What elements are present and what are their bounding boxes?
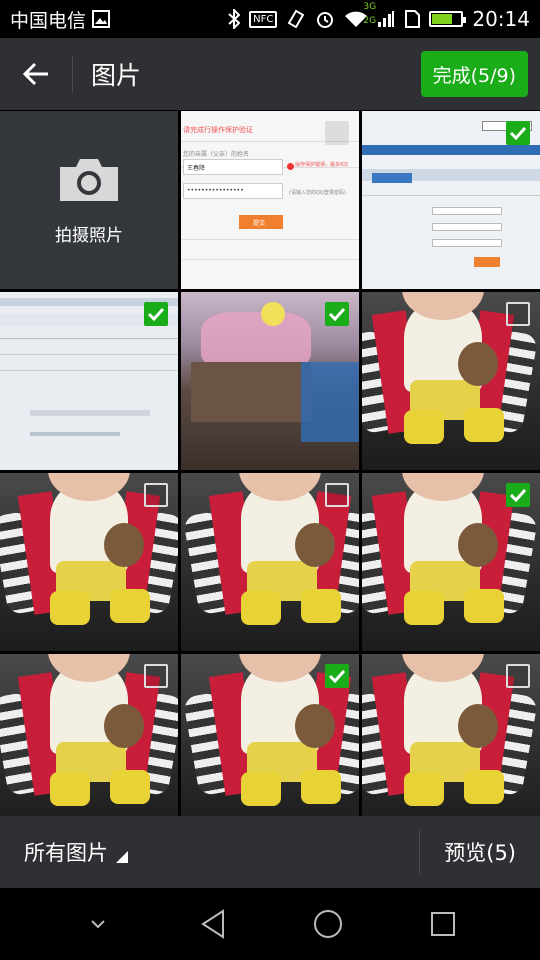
circle-home-icon <box>313 910 342 938</box>
photo-content <box>458 523 498 567</box>
photo-thumbnail[interactable] <box>362 654 540 832</box>
form-submit-label: 提交 <box>253 220 266 227</box>
title-divider <box>72 56 73 92</box>
network-type-bottom: 2G <box>363 16 377 26</box>
select-checkbox[interactable] <box>144 483 168 507</box>
back-button[interactable] <box>0 38 72 110</box>
photo-content <box>241 591 281 625</box>
bluetooth-icon <box>228 9 241 29</box>
network-type-top: 3G <box>363 2 377 12</box>
photo-content <box>404 772 444 806</box>
system-nav-bar <box>0 888 540 960</box>
photo-content <box>301 770 341 804</box>
select-checkbox[interactable] <box>325 121 349 145</box>
form-warning-right: 操作保护错误，最多8次 <box>295 162 349 168</box>
check-icon <box>509 126 527 140</box>
photo-thumbnail[interactable]: 请完成行操作保护验证 您的亲属（父亲）的姓名 王春降 操作保护错误，最多8次 •… <box>181 111 359 289</box>
nav-recent-button[interactable] <box>413 894 473 954</box>
select-checkbox[interactable] <box>506 121 530 145</box>
photo-grid: 拍摄照片 请完成行操作保护验证 您的亲属（父亲）的姓名 王春降 操作保护错误，最… <box>0 110 540 832</box>
preview-button[interactable]: 预览(5) <box>420 837 540 867</box>
battery-icon <box>429 11 467 27</box>
photo-content <box>458 342 498 386</box>
vibrate-icon <box>286 9 306 29</box>
photo-content <box>110 589 150 623</box>
square-recent-icon <box>430 912 455 936</box>
select-checkbox[interactable] <box>144 302 168 326</box>
photo-content <box>464 589 504 623</box>
photo-content <box>295 523 335 567</box>
photo-thumbnail[interactable] <box>362 111 540 289</box>
album-selector[interactable]: 所有图片 <box>0 837 128 867</box>
form-masked-value: •••••••••••••••• <box>187 187 244 194</box>
carrier-label: 中国电信 <box>10 9 87 32</box>
select-checkbox[interactable] <box>506 664 530 688</box>
camera-icon <box>60 158 118 201</box>
gallery-notification-icon <box>92 10 111 28</box>
photo-thumbnail[interactable] <box>362 292 540 470</box>
nav-back-button[interactable] <box>183 894 243 954</box>
photo-content <box>458 704 498 748</box>
photo-content <box>104 523 144 567</box>
check-icon <box>328 307 346 321</box>
photo-thumbnail[interactable] <box>181 473 359 651</box>
page-title: 图片 <box>91 61 142 90</box>
photo-thumbnail[interactable] <box>0 292 178 470</box>
done-button[interactable]: 完成(5/9) <box>420 51 528 97</box>
nfc-icon: NFC <box>249 10 278 28</box>
album-label: 所有图片 <box>24 841 108 865</box>
form-name-value: 王春降 <box>187 165 206 172</box>
photo-content <box>464 408 504 442</box>
check-icon <box>509 488 527 502</box>
photo-content <box>50 772 90 806</box>
form-relation-text: 您的亲属（父亲）的姓名 <box>183 151 250 158</box>
check-icon <box>147 307 165 321</box>
photo-content <box>110 770 150 804</box>
check-icon <box>328 669 346 683</box>
photo-thumbnail[interactable] <box>0 473 178 651</box>
photo-thumbnail[interactable] <box>0 654 178 832</box>
photo-content <box>104 704 144 748</box>
nav-home-button[interactable] <box>298 894 358 954</box>
title-bar: 图片 完成(5/9) <box>0 38 540 110</box>
take-photo-label: 拍摄照片 <box>55 225 123 246</box>
form-hint: (请输入您的QQ登录密码) <box>289 190 346 196</box>
select-checkbox[interactable] <box>325 302 349 326</box>
form-warning-text: 请完成行操作保护验证 <box>183 126 253 134</box>
photo-content <box>295 704 335 748</box>
select-checkbox[interactable] <box>506 483 530 507</box>
signal-icon: 3G 2G <box>363 2 395 28</box>
status-bar: 中国电信 NFC 3G 2G 20:14 <box>0 0 540 38</box>
nav-hide-button[interactable] <box>68 894 128 954</box>
dropdown-triangle-icon <box>116 851 128 863</box>
photo-content <box>404 410 444 444</box>
photo-thumbnail[interactable] <box>181 292 359 470</box>
arrow-left-icon <box>22 62 48 86</box>
sim-icon <box>404 10 421 28</box>
photo-content <box>301 589 341 623</box>
photo-content <box>241 772 281 806</box>
alarm-icon <box>315 9 335 29</box>
photo-content <box>404 591 444 625</box>
select-checkbox[interactable] <box>325 664 349 688</box>
chevron-down-icon <box>90 920 105 929</box>
photo-thumbnail[interactable] <box>181 654 359 832</box>
bottom-bar: 所有图片 预览(5) <box>0 816 540 888</box>
select-checkbox[interactable] <box>506 302 530 326</box>
clock: 20:14 <box>472 7 530 31</box>
take-photo-tile[interactable]: 拍摄照片 <box>0 111 178 289</box>
select-checkbox[interactable] <box>325 483 349 507</box>
triangle-back-icon <box>200 909 224 939</box>
photo-content <box>464 770 504 804</box>
select-checkbox[interactable] <box>144 664 168 688</box>
photo-content <box>50 591 90 625</box>
photo-thumbnail[interactable] <box>362 473 540 651</box>
